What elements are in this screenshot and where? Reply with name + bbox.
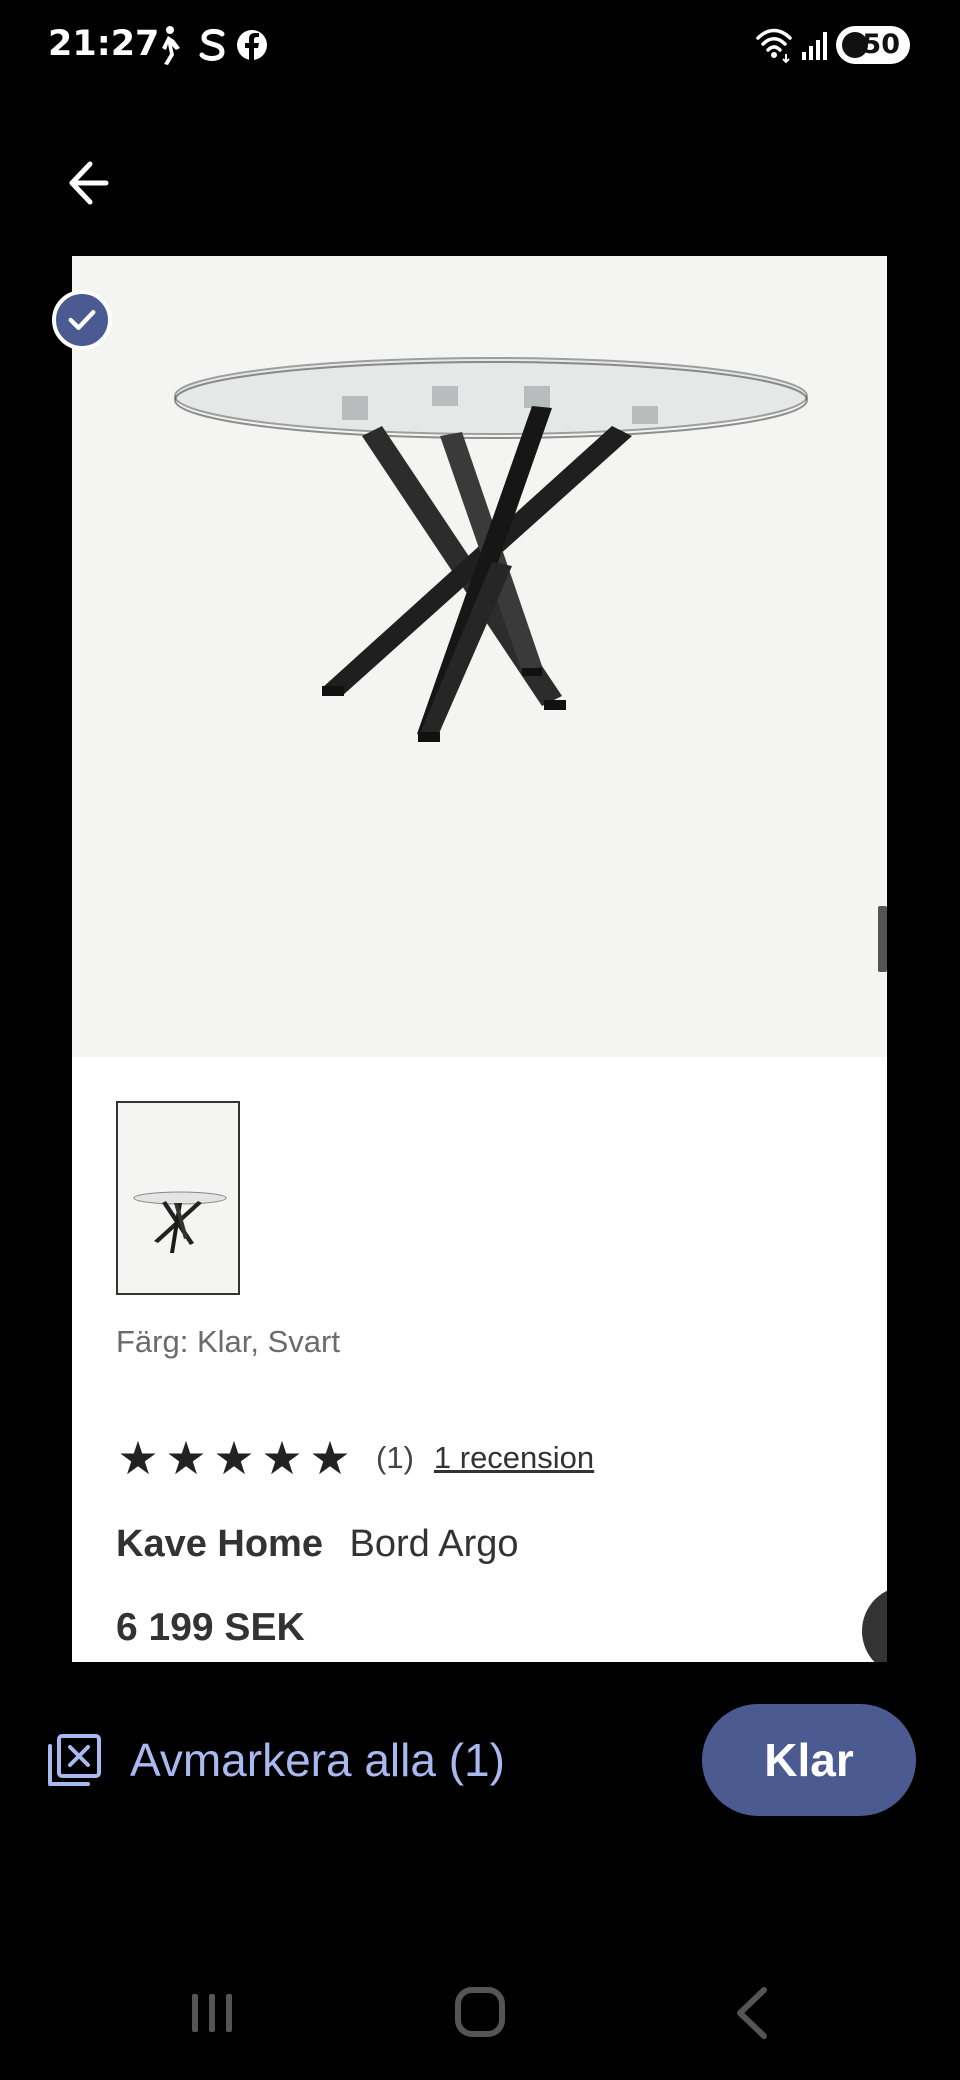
selected-check-icon[interactable] [52, 290, 112, 350]
star-icon: ★ [309, 1432, 351, 1484]
back-nav-icon[interactable] [712, 1980, 792, 2046]
wifi-icon [756, 28, 792, 64]
product-price: 6 199 SEK [116, 1606, 305, 1649]
deselect-icon [48, 1734, 101, 1786]
review-link[interactable]: 1 recension [434, 1440, 594, 1476]
screen: 21:27 50 Färg: Klar, Svart ★ ★ ★ ★ ★ (1)… [0, 0, 960, 2080]
star-icon: ★ [117, 1432, 159, 1484]
rating-row: ★ ★ ★ ★ ★ (1) 1 recension [116, 1432, 594, 1484]
color-label: Färg: Klar, Svart [116, 1324, 340, 1359]
rating-stars: ★ ★ ★ ★ ★ [116, 1432, 352, 1484]
facebook-icon [237, 30, 267, 60]
back-button[interactable] [50, 150, 122, 216]
rating-count: (1) [376, 1440, 414, 1475]
status-bar: 21:27 50 [0, 0, 960, 90]
product-name: Bord Argo [349, 1523, 519, 1565]
battery-icon: 50 [836, 26, 910, 64]
home-icon[interactable] [440, 1980, 520, 2046]
star-icon: ★ [213, 1432, 255, 1484]
image-scroll-indicator[interactable] [878, 906, 887, 972]
deselect-all-label: Avmarkera alla (1) [130, 1734, 505, 1786]
signal-icon [802, 32, 827, 60]
arrow-left-icon [69, 161, 109, 205]
product-card[interactable]: Färg: Klar, Svart ★ ★ ★ ★ ★ (1) 1 recens… [72, 256, 887, 1662]
deselect-all-button[interactable]: Avmarkera alla (1) [44, 1728, 505, 1792]
star-icon: ★ [165, 1432, 207, 1484]
recent-apps-icon[interactable] [172, 1980, 252, 2046]
table-illustration [174, 357, 808, 742]
star-icon: ★ [261, 1432, 303, 1484]
done-button[interactable]: Klar [702, 1704, 916, 1816]
product-title: Kave Home Bord Argo [116, 1520, 519, 1568]
product-image[interactable] [72, 256, 887, 1057]
brand-name: Kave Home [116, 1523, 323, 1565]
s-app-icon [199, 28, 225, 61]
thumbnail-image[interactable] [116, 1101, 240, 1295]
walking-icon [162, 26, 180, 65]
battery-level: 50 [862, 29, 900, 60]
status-time: 21:27 [48, 24, 160, 64]
table-thumbnail-illustration [133, 1191, 227, 1253]
floating-action-button[interactable] [862, 1586, 887, 1662]
